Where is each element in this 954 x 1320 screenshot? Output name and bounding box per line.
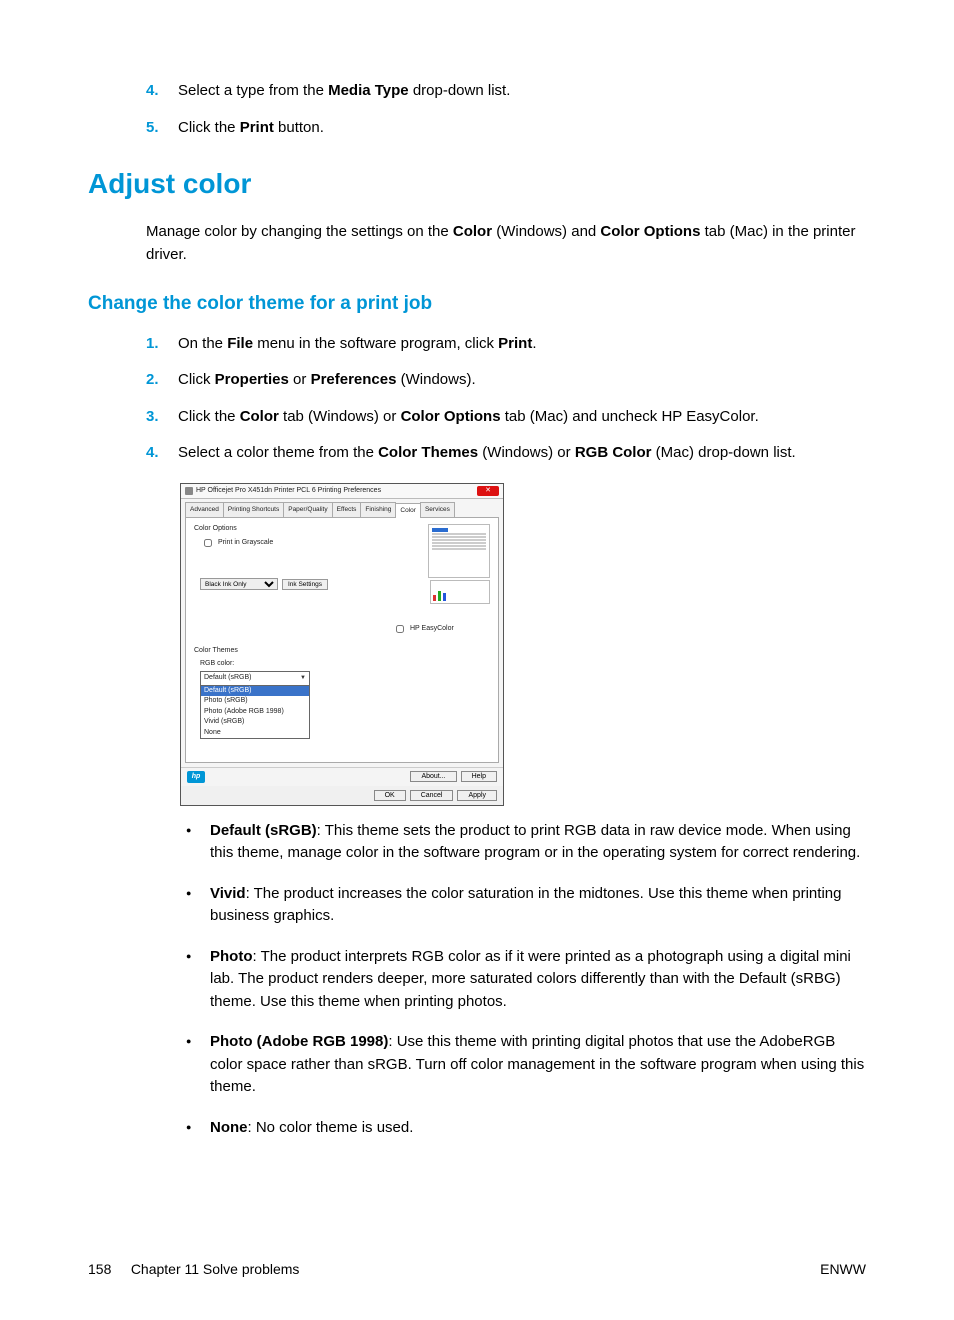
printing-preferences-dialog: HP Officejet Pro X451dn Printer PCL 6 Pr… <box>180 483 504 806</box>
dialog-tabs: AdvancedPrinting ShortcutsPaper/QualityE… <box>181 499 503 517</box>
rgb-color-combobox[interactable]: Default (sRGB) ▼ Default (sRGB)Photo (sR… <box>200 671 310 739</box>
list-item: Default (sRGB): This theme sets the prod… <box>186 820 866 865</box>
grayscale-checkbox[interactable] <box>204 539 212 547</box>
intro-paragraph: Manage color by changing the settings on… <box>146 221 866 266</box>
list-item: 3.Click the Color tab (Windows) or Color… <box>146 406 866 429</box>
theme-descriptions-list: Default (sRGB): This theme sets the prod… <box>186 820 866 1140</box>
cancel-button[interactable]: Cancel <box>410 790 454 801</box>
dialog-titlebar: HP Officejet Pro X451dn Printer PCL 6 Pr… <box>181 484 503 500</box>
combo-option[interactable]: Vivid (sRGB) <box>201 717 309 728</box>
top-steps-list: 4.Select a type from the Media Type drop… <box>146 80 866 139</box>
combo-option[interactable]: None <box>201 728 309 739</box>
tab-effects[interactable]: Effects <box>332 502 362 517</box>
rgb-color-label: RGB color: <box>200 659 380 670</box>
list-item: 1.On the File menu in the software progr… <box>146 333 866 356</box>
ok-button[interactable]: OK <box>374 790 406 801</box>
heading-change-theme: Change the color theme for a print job <box>88 290 866 319</box>
heading-adjust-color: Adjust color <box>88 163 866 205</box>
tab-printing-shortcuts[interactable]: Printing Shortcuts <box>223 502 284 517</box>
ink-select[interactable]: Black Ink Only <box>200 578 278 590</box>
combo-option[interactable]: Default (sRGB) <box>201 686 309 697</box>
list-item: 4.Select a type from the Media Type drop… <box>146 80 866 103</box>
grayscale-label: Print in Grayscale <box>218 538 273 549</box>
color-themes-label: Color Themes <box>194 646 380 657</box>
page-number: 158 <box>88 1261 111 1277</box>
tab-color[interactable]: Color <box>395 503 421 518</box>
combo-selected-value: Default (sRGB) <box>204 673 251 684</box>
list-item: None: No color theme is used. <box>186 1117 866 1140</box>
combo-option[interactable]: Photo (Adobe RGB 1998) <box>201 707 309 718</box>
close-button[interactable]: ✕ <box>477 486 499 496</box>
list-item: Photo (Adobe RGB 1998): Use this theme w… <box>186 1031 866 1099</box>
chapter-label: Chapter 11 Solve problems <box>131 1261 300 1277</box>
list-item: 4.Select a color theme from the Color Th… <box>146 442 866 465</box>
change-theme-steps: 1.On the File menu in the software progr… <box>146 333 866 465</box>
list-item: Vivid: The product increases the color s… <box>186 883 866 928</box>
combo-option[interactable]: Photo (sRGB) <box>201 696 309 707</box>
chevron-down-icon: ▼ <box>300 674 306 683</box>
dialog-title-text: HP Officejet Pro X451dn Printer PCL 6 Pr… <box>196 486 381 497</box>
printer-icon <box>185 487 193 495</box>
easycolor-checkbox[interactable] <box>396 625 404 633</box>
tab-advanced[interactable]: Advanced <box>185 502 224 517</box>
chart-preview-icon <box>430 580 490 604</box>
list-item: 2.Click Properties or Preferences (Windo… <box>146 369 866 392</box>
tab-services[interactable]: Services <box>420 502 455 517</box>
tab-paper-quality[interactable]: Paper/Quality <box>283 502 332 517</box>
page-preview-icon <box>428 524 490 578</box>
list-item: Photo: The product interprets RGB color … <box>186 946 866 1014</box>
help-button[interactable]: Help <box>461 771 497 782</box>
ink-settings-button[interactable]: Ink Settings <box>282 579 328 590</box>
easycolor-label: HP EasyColor <box>410 624 454 635</box>
apply-button[interactable]: Apply <box>457 790 497 801</box>
list-item: 5.Click the Print button. <box>146 117 866 140</box>
color-options-label: Color Options <box>194 524 380 535</box>
tab-finishing[interactable]: Finishing <box>360 502 396 517</box>
about-button[interactable]: About... <box>410 771 456 782</box>
hp-logo-icon: hp <box>187 771 205 783</box>
